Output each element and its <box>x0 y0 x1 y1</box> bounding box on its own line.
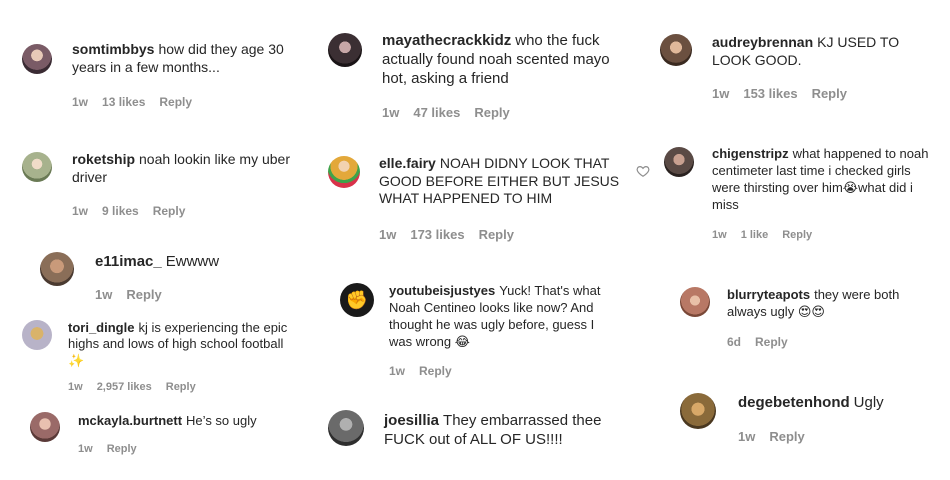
likes-count[interactable]: 153 likes <box>743 86 797 101</box>
comment-time: 6d <box>727 335 742 349</box>
reply-button[interactable]: Reply <box>812 86 847 101</box>
comment-time: 1w <box>72 95 89 109</box>
comment-text: Ugly <box>853 394 884 411</box>
avatar[interactable] <box>22 152 52 182</box>
comment-time: 1w <box>738 429 756 444</box>
reply-button[interactable]: Reply <box>166 381 196 393</box>
likes-count[interactable]: 173 likes <box>410 227 464 242</box>
reply-button[interactable]: Reply <box>153 204 186 218</box>
username[interactable]: degebetenhond <box>738 394 850 411</box>
avatar[interactable] <box>660 34 692 66</box>
reply-button[interactable]: Reply <box>126 287 161 302</box>
comment-time: 1w <box>78 443 93 455</box>
reply-button[interactable]: Reply <box>782 229 812 241</box>
avatar[interactable] <box>40 252 74 286</box>
reply-button[interactable]: Reply <box>474 105 509 120</box>
username[interactable]: youtubeisjustyes <box>389 283 495 298</box>
likes-count[interactable]: 13 likes <box>102 95 145 109</box>
sparkles-emoji: ✨ <box>68 352 85 368</box>
avatar[interactable] <box>664 147 694 177</box>
comment-time: 1w <box>68 381 83 393</box>
comment-time: 1w <box>389 364 406 378</box>
username[interactable]: mckayla.burtnett <box>78 413 182 428</box>
comment-time: 1w <box>382 105 400 120</box>
username[interactable]: roketship <box>72 151 135 167</box>
comment-time: 1w <box>712 229 727 241</box>
username[interactable]: e11imac_ <box>95 253 162 270</box>
comment-text: Ewwww <box>165 253 220 270</box>
reply-button[interactable]: Reply <box>419 364 452 378</box>
reply-button[interactable]: Reply <box>769 429 804 444</box>
reply-button[interactable]: Reply <box>755 335 788 349</box>
heart-icon[interactable] <box>636 164 650 178</box>
comment-time: 1w <box>72 204 89 218</box>
username[interactable]: audreybrennan <box>712 34 813 50</box>
username[interactable]: mayathecrackkidz <box>382 32 511 49</box>
avatar[interactable] <box>22 320 52 350</box>
username[interactable]: somtimbbys <box>72 41 154 57</box>
comment-text: He’s so ugly <box>186 413 257 428</box>
avatar[interactable] <box>30 412 60 442</box>
raised-fist-icon: ✊ <box>345 290 369 310</box>
avatar[interactable] <box>328 156 360 188</box>
username[interactable]: chigenstripz <box>712 146 789 161</box>
avatar[interactable] <box>680 287 710 317</box>
username[interactable]: blurryteapots <box>727 287 810 302</box>
comment-time: 1w <box>95 287 113 302</box>
avatar[interactable] <box>328 410 364 446</box>
comment-time: 1w <box>712 86 730 101</box>
username[interactable]: tori_dingle <box>68 320 134 335</box>
avatar[interactable]: ✊ <box>340 283 374 317</box>
comment-time: 1w <box>379 227 397 242</box>
likes-count[interactable]: 1 like <box>741 229 769 241</box>
likes-count[interactable]: 2,957 likes <box>97 381 152 393</box>
reply-button[interactable]: Reply <box>159 95 192 109</box>
avatar[interactable] <box>22 44 52 74</box>
crying-emoji: 😭 <box>842 179 858 195</box>
heart-eyes-emoji: 😍😍 <box>797 303 825 319</box>
avatar[interactable] <box>328 33 362 67</box>
reply-button[interactable]: Reply <box>479 227 514 242</box>
avatar[interactable] <box>680 393 716 429</box>
reply-button[interactable]: Reply <box>107 443 137 455</box>
likes-count[interactable]: 9 likes <box>102 204 139 218</box>
likes-count[interactable]: 47 likes <box>413 105 460 120</box>
username[interactable]: elle.fairy <box>379 155 436 171</box>
tears-of-joy-emoji: 😂 <box>454 333 470 349</box>
username[interactable]: joesillia <box>384 412 439 429</box>
